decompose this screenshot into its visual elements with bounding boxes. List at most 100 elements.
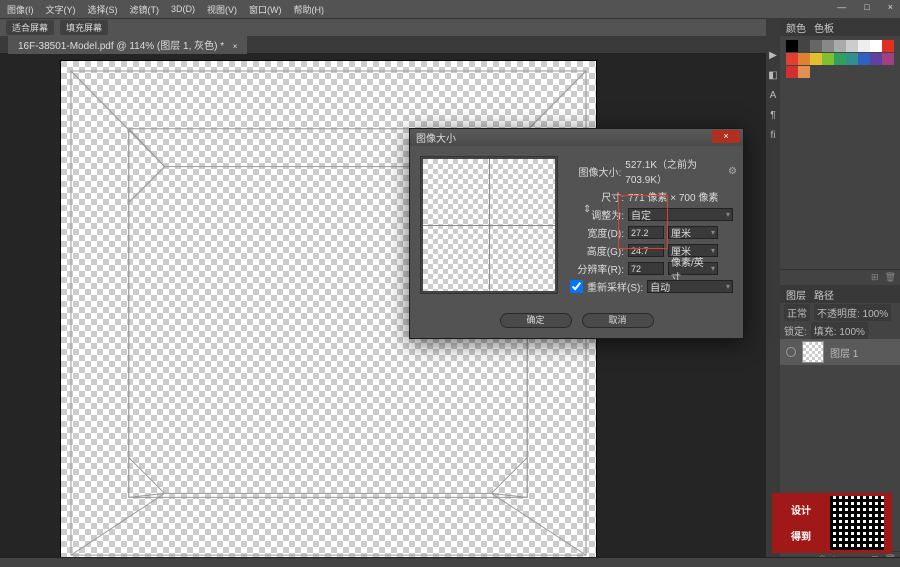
dialog-fields: 图像大小:527.1K（之前为703.9K）⚙ 尺寸:771 像素 × 700 … bbox=[570, 156, 733, 297]
swatches-grid[interactable] bbox=[780, 36, 900, 83]
blend-mode-select[interactable]: 正常 bbox=[784, 304, 810, 321]
tab-close-icon[interactable]: × bbox=[233, 42, 238, 51]
type-icon[interactable]: A bbox=[767, 90, 779, 102]
menu-image[interactable]: 图像(I) bbox=[2, 2, 39, 17]
width-unit-select[interactable]: 厘米 bbox=[668, 226, 718, 239]
resample-checkbox[interactable] bbox=[570, 280, 583, 293]
opacity-field[interactable]: 不透明度: 100% bbox=[814, 304, 891, 321]
swatch[interactable] bbox=[786, 40, 798, 52]
history-icon[interactable]: ◧ bbox=[767, 70, 779, 82]
menu-select[interactable]: 选择(S) bbox=[83, 2, 123, 17]
swatches-tab[interactable]: 色板 bbox=[814, 20, 834, 35]
swatch[interactable] bbox=[882, 53, 894, 65]
swatch[interactable] bbox=[798, 40, 810, 52]
fit-to-label: 调整为: bbox=[570, 207, 624, 222]
watermark-badge: 设计得到 bbox=[772, 493, 892, 553]
swatch[interactable] bbox=[786, 53, 798, 65]
layers-panel-header: 图层 路径 bbox=[780, 285, 900, 303]
swatch[interactable] bbox=[822, 53, 834, 65]
swatch[interactable] bbox=[846, 53, 858, 65]
panel-menu-icon[interactable]: ⊞ bbox=[871, 272, 879, 283]
gear-icon[interactable]: ⚙ bbox=[728, 166, 737, 177]
close-button[interactable]: × bbox=[883, 1, 898, 13]
image-size-dialog: 图像大小 × 图像大小: 527.1K（之前为703.9K）⚙ 尺寸: 771 像素… bbox=[409, 128, 744, 339]
layer-lock-row: 锁定: 填充: 100% bbox=[780, 321, 900, 339]
layer-name[interactable]: 图层 1 bbox=[830, 345, 858, 360]
fit-to-select[interactable]: 自定 bbox=[628, 208, 733, 221]
menu-filter[interactable]: 滤镜(T) bbox=[125, 2, 165, 17]
image-size-value: 527.1K（之前为703.9K） bbox=[625, 156, 733, 186]
resolution-label: 分辨率(R): bbox=[570, 261, 624, 276]
menu-type[interactable]: 文字(Y) bbox=[41, 2, 81, 17]
dimensions-label: 尺寸: bbox=[570, 189, 624, 204]
height-input[interactable] bbox=[628, 244, 664, 257]
swatches-panel-header: 颜色 色板 bbox=[780, 18, 900, 36]
dialog-titlebar[interactable]: 图像大小 × bbox=[410, 129, 743, 146]
lock-label: 锁定: bbox=[784, 323, 807, 338]
menu-view[interactable]: 视图(V) bbox=[202, 2, 242, 17]
dialog-close-button[interactable]: × bbox=[712, 130, 740, 143]
panel-footer-icons: ⊞ 🗑 bbox=[780, 269, 900, 285]
width-label: 宽度(D): bbox=[570, 225, 624, 240]
watermark-line1: 设计 bbox=[791, 506, 811, 517]
swatch[interactable] bbox=[834, 53, 846, 65]
dimensions-value: 771 像素 × 700 像素 bbox=[628, 189, 718, 204]
cancel-button[interactable]: 取消 bbox=[582, 313, 654, 328]
swatch[interactable] bbox=[870, 40, 882, 52]
document-tab[interactable]: 16F-38501-Model.pdf @ 114% (图层 1, 灰色) * … bbox=[8, 35, 247, 54]
paths-tab[interactable]: 路径 bbox=[814, 287, 834, 302]
layers-list: 图层 1 bbox=[780, 339, 900, 365]
panel-trash-icon[interactable]: 🗑 bbox=[885, 272, 896, 283]
link-dimensions-icon[interactable]: ⇕ bbox=[583, 204, 591, 215]
right-panels: ▶ ◧ A ¶ fi 颜色 色板 ⊞ 🗑 图层 路径 正常 不透明度: 100%… bbox=[766, 18, 900, 567]
swatch[interactable] bbox=[858, 40, 870, 52]
resolution-input[interactable] bbox=[628, 262, 664, 275]
swatch[interactable] bbox=[798, 66, 810, 78]
layer-thumbnail[interactable] bbox=[802, 341, 824, 363]
resample-label: 重新采样(S): bbox=[587, 279, 643, 294]
swatch[interactable] bbox=[810, 53, 822, 65]
tab-title: 16F-38501-Model.pdf @ 114% (图层 1, 灰色) * bbox=[18, 41, 224, 52]
swatch[interactable] bbox=[870, 53, 882, 65]
document-tabs: 16F-38501-Model.pdf @ 114% (图层 1, 灰色) * … bbox=[0, 36, 900, 54]
dialog-preview bbox=[420, 156, 558, 294]
color-tab[interactable]: 颜色 bbox=[786, 20, 806, 35]
fit-screen-button[interactable]: 适合屏幕 bbox=[6, 20, 54, 35]
swatch[interactable] bbox=[882, 40, 894, 52]
width-input[interactable] bbox=[628, 226, 664, 239]
collapsed-panel-icons: ▶ ◧ A ¶ fi bbox=[766, 18, 780, 567]
layers-tab[interactable]: 图层 bbox=[786, 287, 806, 302]
height-label: 高度(G): bbox=[570, 243, 624, 258]
minimize-button[interactable]: — bbox=[832, 1, 851, 13]
window-controls: — □ × bbox=[832, 1, 898, 13]
paragraph-icon[interactable]: ¶ bbox=[767, 110, 779, 122]
status-bar bbox=[0, 557, 900, 567]
swatch[interactable] bbox=[810, 40, 822, 52]
menu-3d[interactable]: 3D(D) bbox=[166, 3, 200, 15]
swatch[interactable] bbox=[858, 53, 870, 65]
maximize-button[interactable]: □ bbox=[859, 1, 874, 13]
fill-field[interactable]: 填充: 100% bbox=[811, 322, 868, 339]
menu-bar: 图像(I) 文字(Y) 选择(S) 滤镜(T) 3D(D) 视图(V) 窗口(W… bbox=[0, 0, 900, 18]
swatch[interactable] bbox=[834, 40, 846, 52]
layer-properties: 正常 不透明度: 100% bbox=[780, 303, 900, 321]
fill-screen-button[interactable]: 填充屏幕 bbox=[60, 20, 108, 35]
ok-button[interactable]: 确定 bbox=[500, 313, 572, 328]
play-icon[interactable]: ▶ bbox=[767, 50, 779, 62]
swatch[interactable] bbox=[846, 40, 858, 52]
char-icon[interactable]: fi bbox=[767, 130, 779, 142]
resample-select[interactable]: 自动 bbox=[647, 280, 733, 293]
image-size-label: 图像大小: bbox=[570, 164, 621, 179]
qr-code-icon bbox=[830, 496, 884, 550]
layer-row[interactable]: 图层 1 bbox=[780, 339, 900, 365]
swatch[interactable] bbox=[786, 66, 798, 78]
resolution-unit-select[interactable]: 像素/英寸 bbox=[668, 262, 718, 275]
watermark-line2: 得到 bbox=[791, 532, 811, 543]
swatch[interactable] bbox=[798, 53, 810, 65]
options-bar: 适合屏幕 填充屏幕 bbox=[0, 18, 900, 36]
swatch[interactable] bbox=[822, 40, 834, 52]
menu-help[interactable]: 帮助(H) bbox=[289, 2, 330, 17]
menu-window[interactable]: 窗口(W) bbox=[244, 2, 287, 17]
visibility-icon[interactable] bbox=[786, 347, 796, 357]
dialog-title: 图像大小 bbox=[416, 130, 456, 145]
